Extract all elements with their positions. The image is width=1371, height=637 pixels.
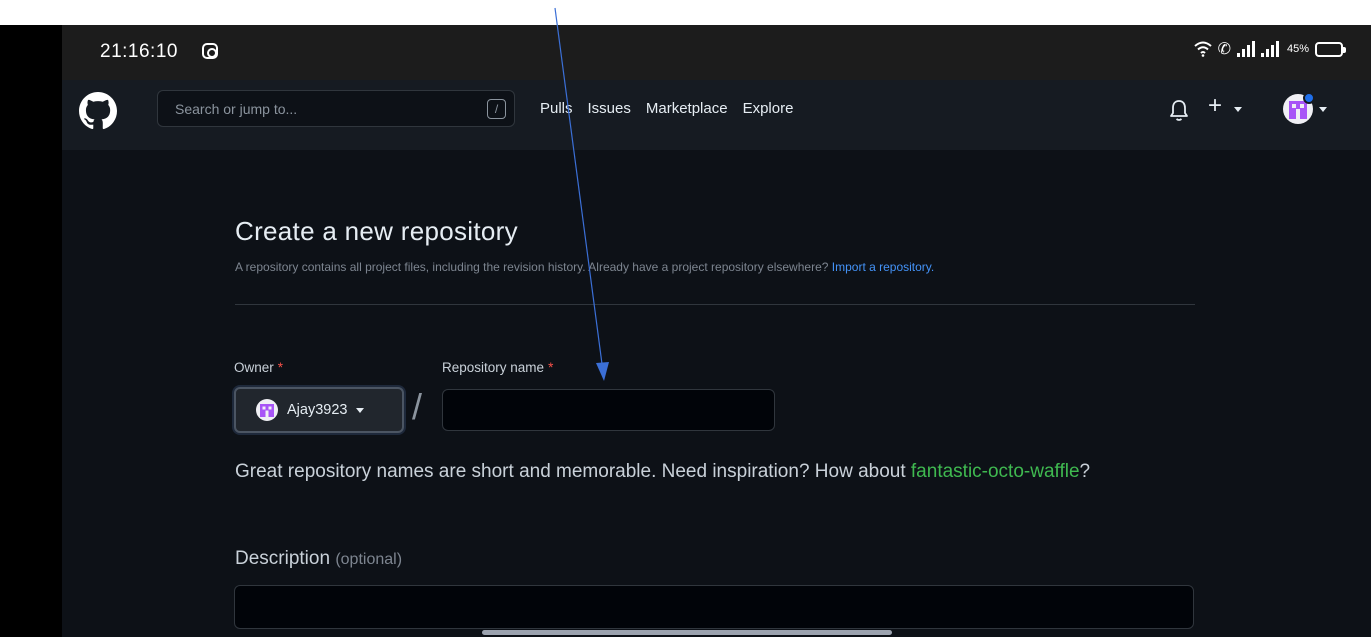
status-time: 21:16:10 bbox=[100, 41, 178, 62]
nav-marketplace[interactable]: Marketplace bbox=[646, 100, 728, 117]
owner-required-mark: * bbox=[277, 360, 284, 375]
owner-label: Owner * bbox=[234, 360, 283, 375]
page-subtitle: A repository contains all project files,… bbox=[235, 260, 934, 274]
slash-key-icon: / bbox=[487, 99, 506, 119]
description-optional: (optional) bbox=[335, 551, 403, 568]
plus-chevron-down-icon[interactable] bbox=[1234, 107, 1242, 112]
owner-chevron-down-icon bbox=[356, 407, 365, 413]
battery-icon bbox=[1315, 41, 1346, 57]
page-title: Create a new repository bbox=[235, 216, 518, 246]
left-black-bar bbox=[0, 25, 62, 637]
owner-name: Ajay3923 bbox=[287, 402, 348, 418]
signal-icon-2 bbox=[1260, 41, 1279, 57]
notification-dot-icon bbox=[1303, 92, 1315, 104]
description-label: Description (optional) bbox=[235, 548, 402, 570]
battery-percent: 45% bbox=[1286, 43, 1309, 55]
github-logo-icon[interactable] bbox=[79, 92, 117, 130]
owner-avatar bbox=[256, 399, 278, 421]
owner-repo-separator: / bbox=[412, 386, 423, 427]
avatar-chevron-down-icon[interactable] bbox=[1319, 107, 1327, 112]
github-header: Search or jump to... / Pulls Issues Mark… bbox=[62, 80, 1371, 150]
plus-icon[interactable]: + bbox=[1208, 94, 1222, 118]
name-hint-text: Great repository names are short and mem… bbox=[235, 461, 906, 482]
repo-name-required-mark: * bbox=[548, 360, 554, 375]
nav-explore[interactable]: Explore bbox=[743, 100, 794, 117]
repo-name-label-text: Repository name bbox=[442, 360, 545, 375]
status-icons: ✆ 45% bbox=[1193, 39, 1346, 59]
description-label-text: Description bbox=[235, 548, 331, 569]
page-subtitle-text: A repository contains all project files,… bbox=[235, 260, 829, 274]
instagram-icon bbox=[202, 43, 218, 59]
search-input[interactable]: Search or jump to... / bbox=[157, 90, 515, 127]
name-hint: Great repository names are short and mem… bbox=[235, 453, 1165, 491]
owner-select-button[interactable]: Ajay3923 bbox=[234, 387, 404, 433]
bell-icon[interactable] bbox=[1168, 98, 1190, 122]
import-repository-link[interactable]: Import a repository. bbox=[832, 260, 934, 274]
description-input[interactable] bbox=[234, 585, 1194, 629]
status-bar: 21:16:10 ✆ 45% bbox=[62, 25, 1371, 80]
header-nav: Pulls Issues Marketplace Explore bbox=[540, 100, 793, 117]
home-indicator[interactable] bbox=[482, 630, 892, 635]
repo-name-label: Repository name * bbox=[442, 360, 553, 375]
signal-icon bbox=[1236, 41, 1255, 57]
search-placeholder: Search or jump to... bbox=[175, 101, 298, 117]
name-hint-end: ? bbox=[1079, 461, 1091, 482]
repository-name-input[interactable] bbox=[442, 389, 775, 431]
nav-pulls[interactable]: Pulls bbox=[540, 100, 573, 117]
name-suggestion-link[interactable]: fantastic-octo-waffle bbox=[911, 461, 1080, 482]
owner-label-text: Owner bbox=[234, 360, 274, 375]
nav-issues[interactable]: Issues bbox=[588, 100, 631, 117]
call-icon: ✆ bbox=[1217, 41, 1231, 58]
divider bbox=[235, 304, 1195, 305]
phone-screen: 21:16:10 ✆ 45% Search or jump to... / Pu… bbox=[62, 25, 1371, 637]
wifi-icon bbox=[1193, 41, 1212, 57]
